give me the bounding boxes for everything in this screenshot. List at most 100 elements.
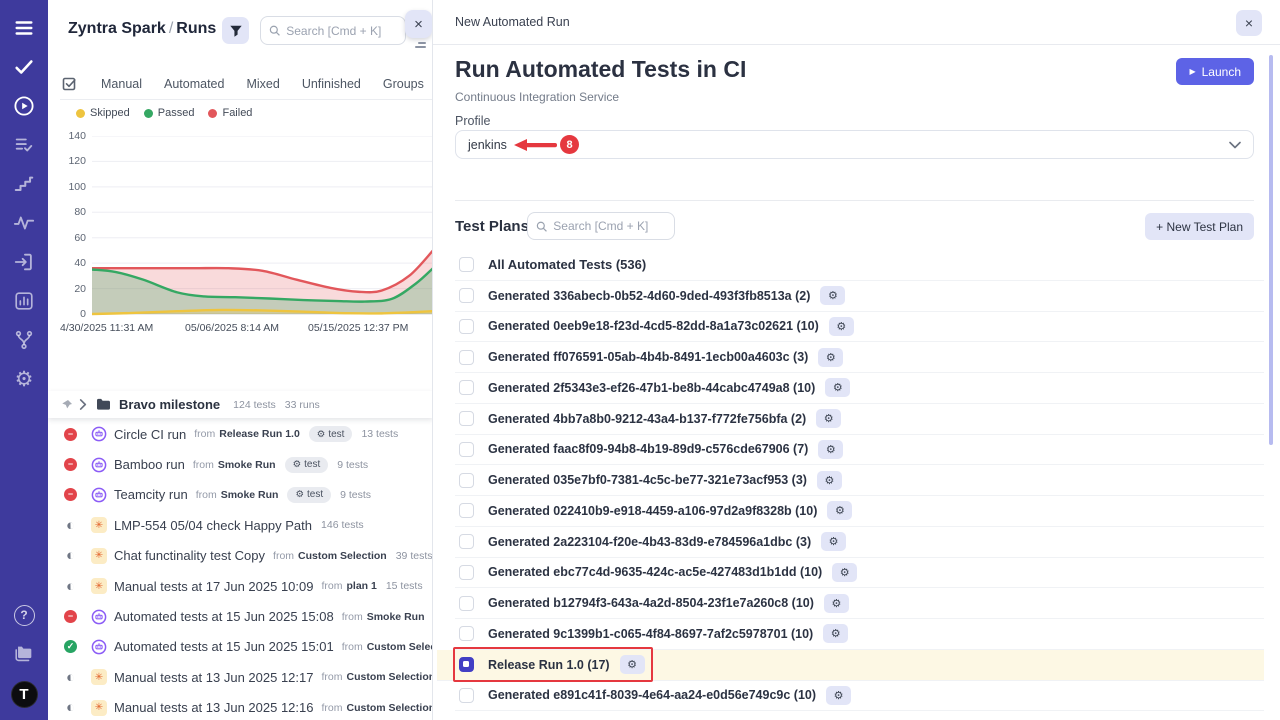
new-test-plan-button[interactable]: + New Test Plan — [1145, 213, 1254, 240]
import-icon[interactable] — [12, 250, 36, 274]
plan-checkbox[interactable] — [459, 257, 474, 272]
plan-checkbox[interactable] — [459, 319, 474, 334]
app-logo[interactable]: T — [11, 681, 38, 708]
profile-select[interactable]: jenkins — [455, 130, 1254, 159]
analytics-icon[interactable] — [12, 289, 36, 313]
help-icon[interactable]: ? — [12, 603, 36, 627]
legend-dot — [208, 109, 217, 118]
tab-automated[interactable]: Automated — [164, 77, 224, 91]
tab-manual[interactable]: Manual — [101, 77, 142, 91]
plan-checkbox[interactable] — [459, 657, 474, 672]
gear-icon: ⚙ — [317, 429, 326, 440]
runs-search-input[interactable] — [286, 24, 397, 38]
run-tests-count: 146 tests — [321, 519, 364, 531]
branches-icon[interactable] — [12, 328, 36, 352]
scrollbar-thumb[interactable] — [1269, 55, 1273, 445]
chevron-right-icon[interactable] — [79, 399, 87, 410]
plan-label: Generated 2f5343e3-ef26-47b1-be8b-44cabc… — [488, 381, 815, 395]
test-plan-row[interactable]: Generated ff076591-05ab-4b4b-8491-1ecb00… — [455, 342, 1264, 373]
checklist-icon[interactable] — [12, 133, 36, 157]
breadcrumb-project[interactable]: Zyntra Spark — [68, 20, 166, 37]
run-status-icon: ◐ — [64, 549, 77, 562]
run-row[interactable]: − Teamcity run from Smoke Run ⚙test 9 te… — [48, 480, 433, 510]
tab-unfinished[interactable]: Unfinished — [302, 77, 361, 91]
test-plan-row[interactable]: Generated 2f5343e3-ef26-47b1-be8b-44cabc… — [455, 373, 1264, 404]
test-plan-row[interactable]: Generated 0eeb9e18-f23d-4cd5-82dd-8a1a73… — [455, 312, 1264, 343]
test-plan-row[interactable]: Generated 022410b9-e918-4459-a106-97d2a9… — [455, 496, 1264, 527]
plan-checkbox[interactable] — [459, 380, 474, 395]
test-plan-row[interactable]: Generated faac8f09-94b8-4b19-89d9-c576cd… — [455, 435, 1264, 466]
filter-button[interactable] — [222, 17, 249, 44]
run-row[interactable]: ✓ Automated tests at 15 Jun 2025 15:01 f… — [48, 632, 433, 662]
projects-folder-icon[interactable] — [12, 642, 36, 666]
modal-close-button[interactable]: × — [1236, 10, 1262, 36]
plan-settings-button[interactable]: ⚙ — [832, 563, 857, 582]
plan-checkbox[interactable] — [459, 688, 474, 703]
run-source: Release Run 1.0 — [219, 428, 300, 440]
run-row[interactable]: ◐ ✳ Manual tests at 17 Jun 2025 10:09 fr… — [48, 571, 433, 601]
modal-title: New Automated Run — [455, 15, 570, 29]
activity-icon[interactable] — [12, 211, 36, 235]
test-plan-row[interactable]: Generated 2a223104-f20e-4b43-83d9-e78459… — [455, 527, 1264, 558]
runs-play-icon[interactable] — [12, 94, 36, 118]
plan-settings-button[interactable]: ⚙ — [817, 471, 842, 490]
run-row[interactable]: − Circle CI run from Release Run 1.0 ⚙te… — [48, 419, 433, 449]
run-row[interactable]: ◐ ✳ LMP-554 05/04 check Happy Path 146 t… — [48, 510, 433, 540]
tasks-check-icon[interactable] — [12, 55, 36, 79]
test-plan-row[interactable]: Generated b12794f3-643a-4a2d-8504-23f1e7… — [455, 588, 1264, 619]
test-plans-search-input[interactable] — [553, 219, 666, 233]
panel-close-button[interactable]: × — [405, 10, 432, 38]
test-plan-row[interactable]: Generated e891c41f-8039-4e64-aa24-e0d56e… — [455, 681, 1264, 712]
select-all-icon[interactable] — [62, 76, 79, 93]
badge-text: test — [328, 429, 344, 440]
plan-checkbox[interactable] — [459, 626, 474, 641]
plan-checkbox[interactable] — [459, 596, 474, 611]
plan-settings-button[interactable]: ⚙ — [827, 501, 852, 520]
panel-collapse-icon[interactable] — [415, 41, 427, 49]
plan-checkbox[interactable] — [459, 288, 474, 303]
test-plan-row[interactable]: Generated ebc77c4d-9635-424c-ac5e-427483… — [455, 558, 1264, 589]
plan-checkbox[interactable] — [459, 534, 474, 549]
test-plan-row[interactable]: Generated 4bb7a8b0-9212-43a4-b137-f772fe… — [455, 404, 1264, 435]
test-plans-search[interactable] — [527, 212, 675, 240]
steps-icon[interactable] — [12, 172, 36, 196]
milestone-name: Bravo milestone — [119, 397, 220, 412]
plan-settings-button[interactable]: ⚙ — [823, 624, 848, 643]
launch-button[interactable]: ▶ Launch — [1176, 58, 1254, 85]
milestone-row[interactable]: Bravo milestone 124 tests 33 runs — [48, 391, 433, 418]
plan-checkbox[interactable] — [459, 350, 474, 365]
plan-checkbox[interactable] — [459, 411, 474, 426]
test-plan-row[interactable]: All Automated Tests (536) — [455, 250, 1264, 281]
plan-checkbox[interactable] — [459, 503, 474, 518]
plan-settings-button[interactable]: ⚙ — [825, 378, 850, 397]
plan-settings-button[interactable]: ⚙ — [620, 655, 645, 674]
plan-checkbox[interactable] — [459, 473, 474, 488]
run-row[interactable]: ◐ ✳ Manual tests at 13 Jun 2025 12:16 fr… — [48, 693, 433, 720]
plan-checkbox[interactable] — [459, 565, 474, 580]
run-row[interactable]: ◐ ✳ Manual tests at 13 Jun 2025 12:17 fr… — [48, 662, 433, 692]
plan-label: Generated 0eeb9e18-f23d-4cd5-82dd-8a1a73… — [488, 319, 819, 333]
plan-settings-button[interactable]: ⚙ — [818, 348, 843, 367]
tab-mixed[interactable]: Mixed — [246, 77, 279, 91]
menu-icon[interactable] — [12, 16, 36, 40]
test-plan-row[interactable]: Generated 035e7bf0-7381-4c5c-be77-321e73… — [455, 465, 1264, 496]
plan-checkbox[interactable] — [459, 442, 474, 457]
plan-settings-button[interactable]: ⚙ — [820, 286, 845, 305]
run-from-label: from — [193, 459, 214, 471]
run-row[interactable]: − Automated tests at 15 Jun 2025 15:08 f… — [48, 601, 433, 631]
settings-gear-icon[interactable]: ⚙ — [12, 367, 36, 391]
plan-settings-button[interactable]: ⚙ — [826, 686, 851, 705]
plan-settings-button[interactable]: ⚙ — [818, 440, 843, 459]
run-row[interactable]: − Bamboo run from Smoke Run ⚙test 9 test… — [48, 449, 433, 479]
chart-canvas — [92, 136, 433, 318]
runs-search[interactable] — [260, 16, 406, 45]
test-plan-row[interactable]: Generated 336abecb-0b52-4d60-9ded-493f3f… — [455, 281, 1264, 312]
plan-settings-button[interactable]: ⚙ — [824, 594, 849, 613]
tab-groups[interactable]: Groups — [383, 77, 424, 91]
run-row[interactable]: ◐ ✳ Chat functinality test Copy from Cus… — [48, 541, 433, 571]
plan-settings-button[interactable]: ⚙ — [821, 532, 846, 551]
test-plan-row[interactable]: Release Run 1.0 (17) ⚙ — [437, 650, 1264, 681]
plan-settings-button[interactable]: ⚙ — [816, 409, 841, 428]
plan-settings-button[interactable]: ⚙ — [829, 317, 854, 336]
test-plan-row[interactable]: Generated 9c1399b1-c065-4f84-8697-7af2c5… — [455, 619, 1264, 650]
